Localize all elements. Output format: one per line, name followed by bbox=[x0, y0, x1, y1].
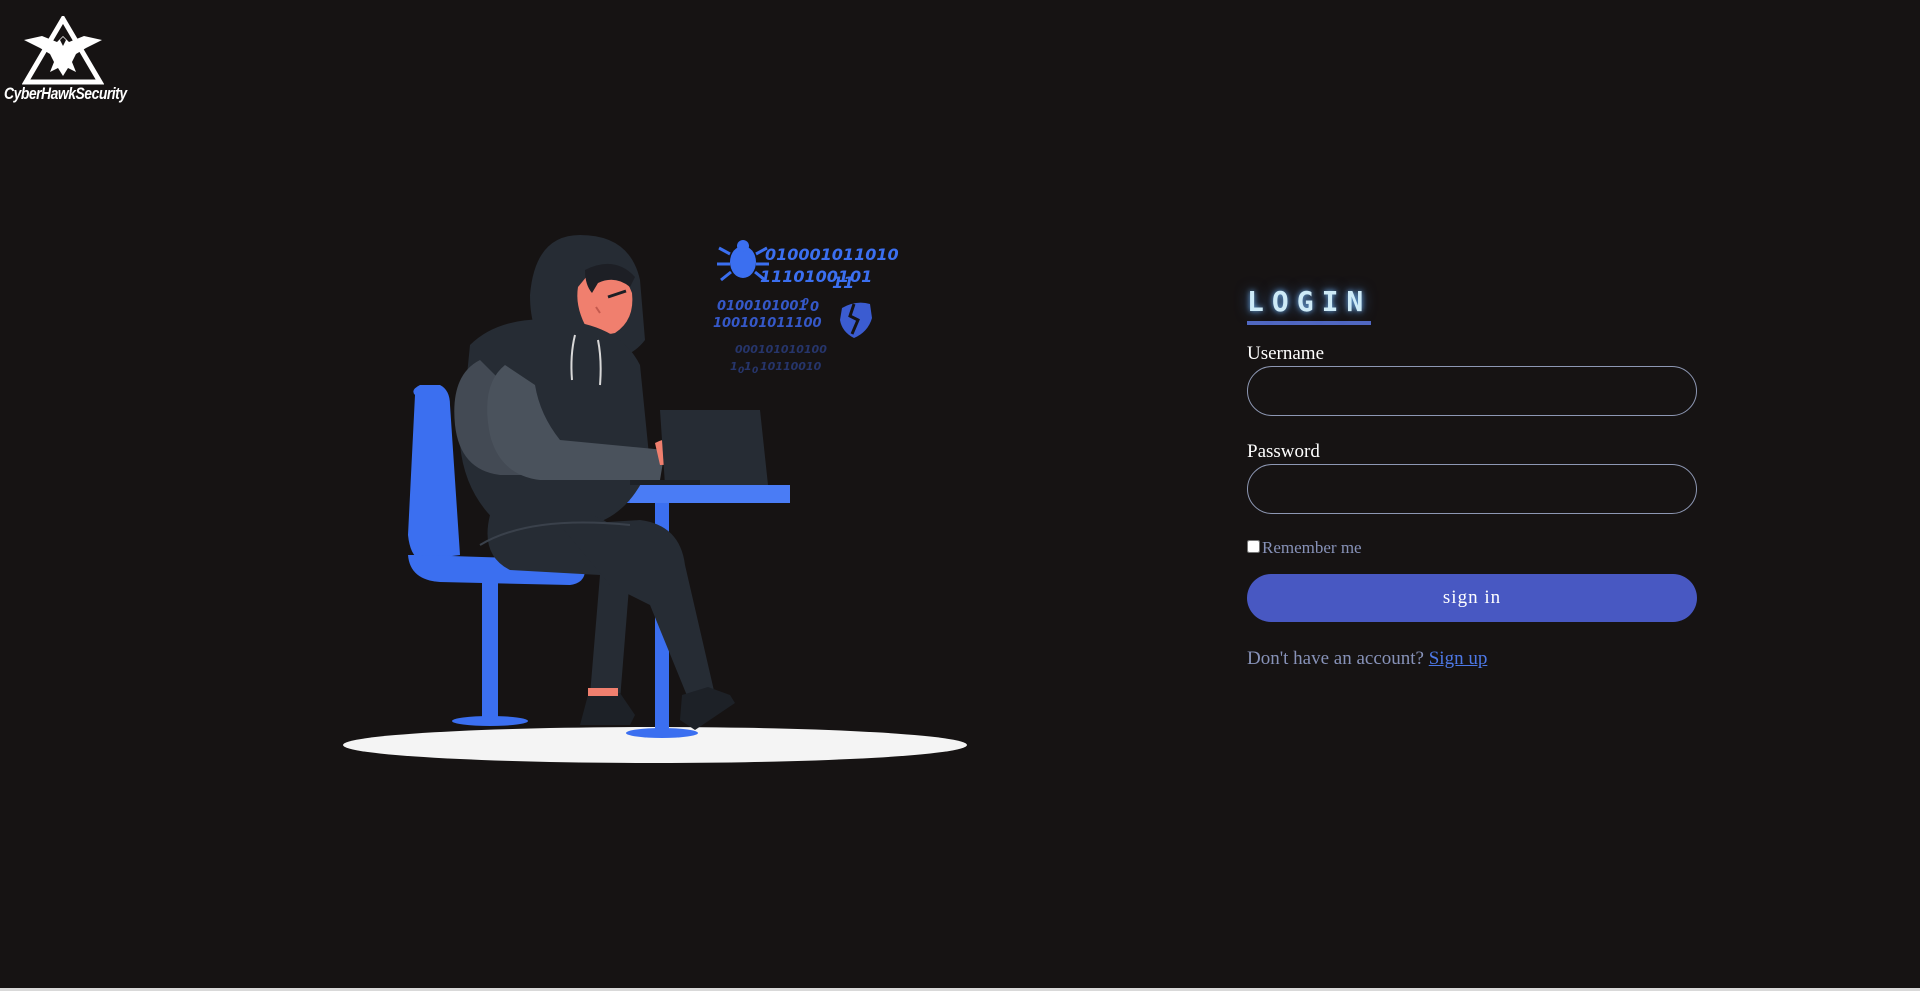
remember-me-checkbox[interactable] bbox=[1247, 539, 1260, 553]
username-label: Username bbox=[1247, 343, 1325, 364]
binary-line-1: 010001011010 bbox=[765, 245, 899, 264]
binary-line-14: 10110010 bbox=[760, 360, 822, 373]
hawk-logo-icon bbox=[22, 16, 104, 85]
binary-line-4: 01 bbox=[850, 267, 872, 286]
binary-line-12: 1 bbox=[744, 360, 752, 373]
binary-line-9: 000101010100 bbox=[735, 343, 827, 356]
hacker-illustration: 010001011010 11101001 11 01 0100101001 0… bbox=[330, 225, 980, 770]
login-title: LOGIN bbox=[1247, 285, 1372, 325]
remember-me-row: Remember me bbox=[1247, 538, 1697, 558]
binary-line-8: 100101011100 bbox=[713, 316, 822, 331]
binary-line-13: 0 bbox=[752, 366, 758, 376]
password-label: Password bbox=[1247, 441, 1320, 462]
binary-line-7: 0 bbox=[810, 300, 819, 315]
username-input[interactable] bbox=[1247, 366, 1697, 416]
brand-logo[interactable]: CyberHawkSecurity bbox=[4, 16, 127, 108]
sign-up-link[interactable]: Sign up bbox=[1429, 648, 1488, 669]
binary-line-10: 1 bbox=[730, 360, 738, 373]
brand-name: CyberHawkSecurity bbox=[4, 84, 127, 103]
broken-shield-icon bbox=[840, 302, 872, 338]
login-form: LOGIN Username Password Remember me sign… bbox=[1247, 285, 1697, 670]
signup-prompt-text: Don't have an account? bbox=[1247, 648, 1424, 669]
remember-me-label[interactable]: Remember me bbox=[1262, 538, 1362, 558]
password-input[interactable] bbox=[1247, 464, 1697, 514]
sign-in-button[interactable]: sign in bbox=[1247, 574, 1697, 622]
signup-prompt-row: Don't have an account? Sign up bbox=[1247, 648, 1697, 670]
binary-line-6: 0 bbox=[802, 297, 809, 308]
binary-line-5: 0100101001 bbox=[717, 299, 807, 314]
